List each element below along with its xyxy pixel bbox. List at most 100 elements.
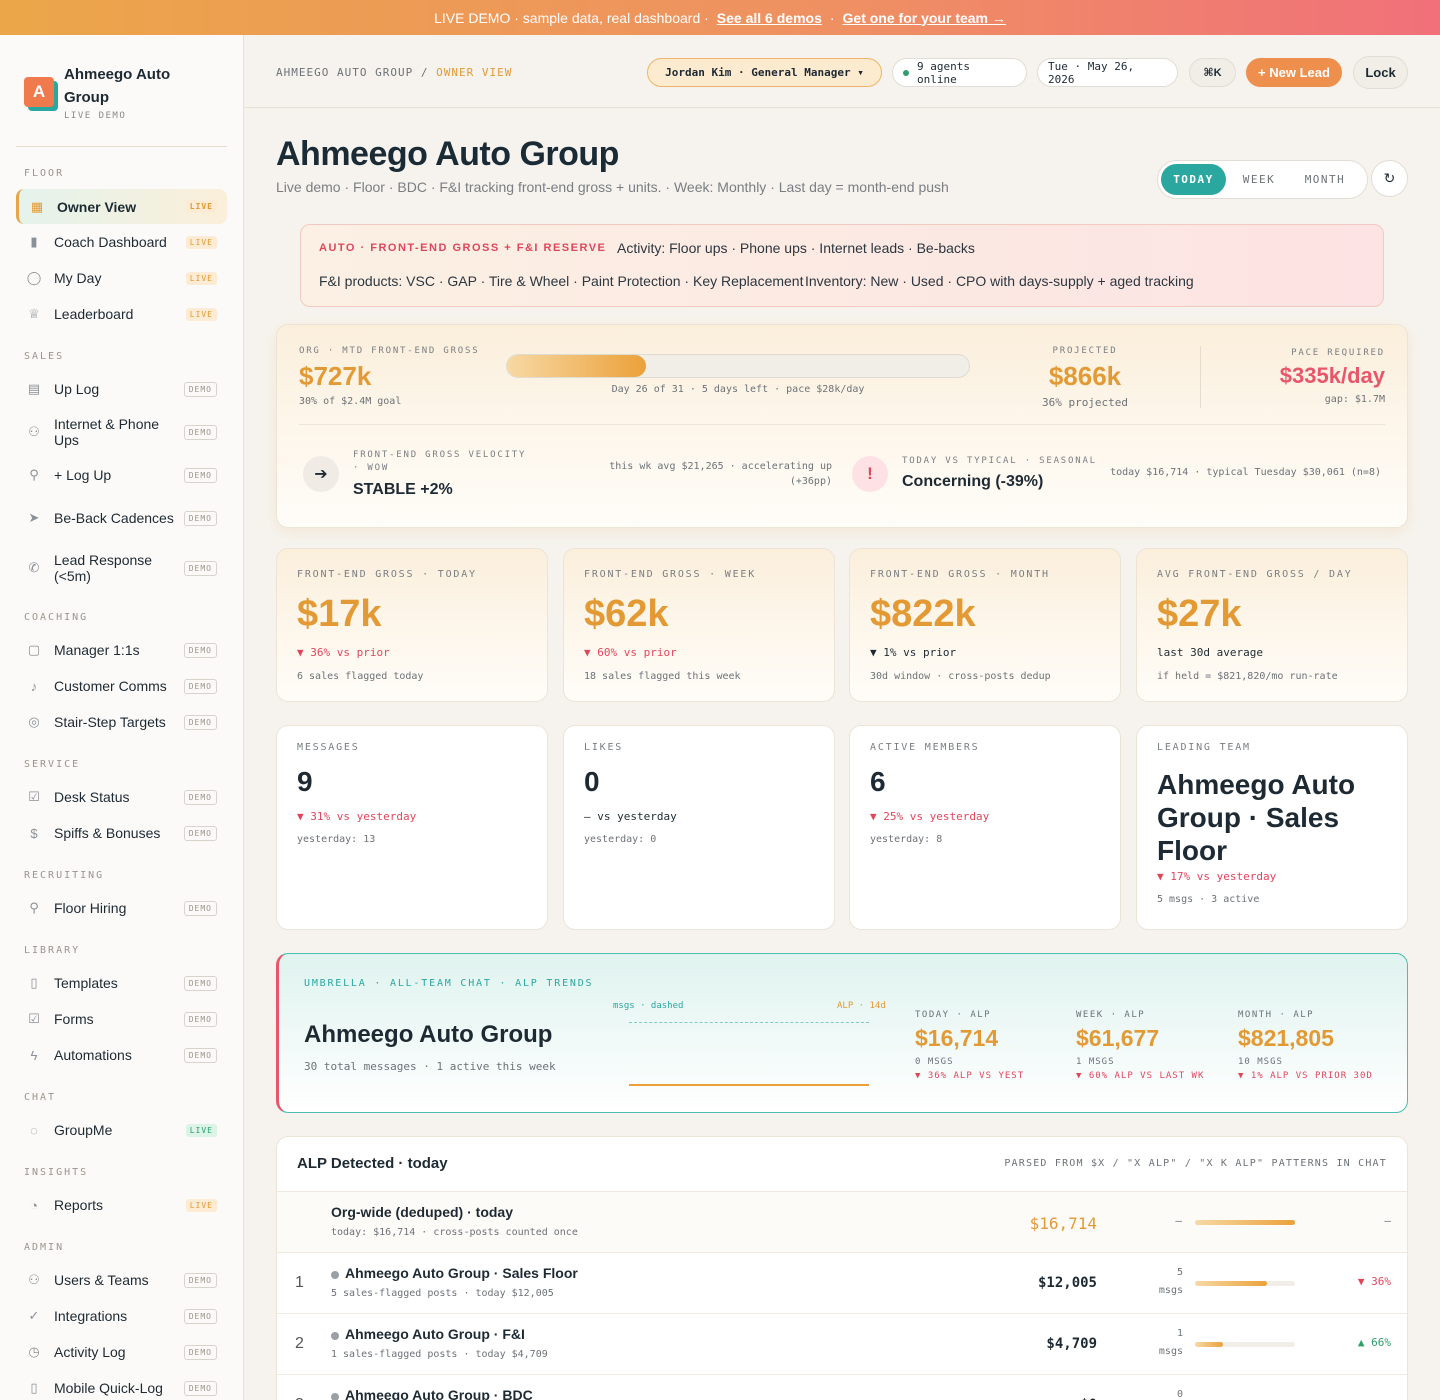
sidebar-item-internet-phone-ups[interactable]: ⚇ Internet & Phone Ups DEMO [16,409,227,455]
nav-label: Manager 1:1s [54,642,140,658]
mic-icon: ♪ [30,678,38,694]
sidebar-item-mobile-quick-log[interactable]: ▯ Mobile Quick-Log DEMO [16,1371,227,1400]
kpi-card: AVG FRONT-END GROSS / DAY $27k last 30d … [1136,548,1408,702]
kpi-delta: ▼ 60% vs prior [584,646,677,659]
phone-icon: ✆ [28,560,40,575]
row-value: $12,005 [1037,1275,1097,1291]
demo-badge: DEMO [183,1308,217,1324]
main-content: AHMEEGO AUTO GROUP / OWNER VIEW Jordan K… [244,35,1440,1400]
sidebar-item-log-up[interactable]: ⚲ + Log Up DEMO [16,458,227,492]
pace-label: PACE REQUIRED [1291,348,1385,358]
stat-value: 6 [870,766,886,797]
arrow-right-icon: ➔ [303,456,339,492]
demo-badge: DEMO [183,467,217,483]
sidebar-item-customer-comms[interactable]: ♪ Customer Comms DEMO [16,669,227,703]
nav-label: Be-Back Cadences [54,510,174,526]
see-all-demos-link[interactable]: See all 6 demos [717,10,822,26]
nav-label: Integrations [54,1308,128,1324]
team-dot-icon [331,1271,339,1279]
sidebar-item-spiffs-bonuses[interactable]: $ Spiffs & Bonuses DEMO [16,816,227,850]
velocity-label: FRONT-END GROSS VELOCITY · WOW [353,450,527,473]
alert-icon: ! [852,456,888,492]
sidebar-item-users-teams[interactable]: ⚇ Users & Teams DEMO [16,1263,227,1297]
stat-value: 9 [297,766,313,797]
fi-products-text: F&I products: VSC · GAP · Tire & Wheel ·… [319,273,804,289]
nav-label: Users & Teams [54,1272,149,1288]
demo-badge: DEMO [183,642,217,658]
sidebar-item-groupme[interactable]: ◌ GroupMe LIVE [16,1113,227,1147]
send-icon: ➤ [28,510,40,525]
sidebar-item-reports[interactable]: ◔ Reports LIVE [16,1188,227,1222]
sidebar-item-automations[interactable]: ϟ Automations DEMO [16,1038,227,1072]
sidebar-item-my-day[interactable]: ◯ My Day LIVE [16,261,227,295]
breadcrumb-sep: / [420,66,429,79]
alp-title: ALP Detected · today [297,1155,448,1172]
sidebar-item-integrations[interactable]: ✓ Integrations DEMO [16,1299,227,1333]
sidebar-item-forms[interactable]: ☑ Forms DEMO [16,1002,227,1036]
demo-badge: DEMO [183,1344,217,1360]
row-msgs-count: 1 [1176,1328,1183,1339]
kpi-note: 6 sales flagged today [297,671,424,682]
sidebar-item-be-back-cadences[interactable]: ➤ Be-Back Cadences DEMO [16,495,227,541]
sidebar-item-floor-hiring[interactable]: ⚲ Floor Hiring DEMO [16,891,227,925]
tab-week[interactable]: WEEK [1226,164,1292,195]
demo-badge: DEMO [183,424,217,440]
command-palette-button[interactable]: ⌘K [1189,58,1236,87]
tab-today[interactable]: TODAY [1161,164,1226,195]
nav-label: Spiffs & Bonuses [54,825,161,841]
industry-tag: AUTO · FRONT-END GROSS + F&I RESERVE [319,242,607,254]
alp-col-delta: ▼ 36% ALP VS YEST [915,1071,1025,1081]
users-icon: ⚇ [28,1272,40,1287]
typical-value: Concerning (-39%) [902,473,1044,490]
umbrella-label: UMBRELLA · ALL-TEAM CHAT · ALP TRENDS [304,978,594,989]
industry-info-box: AUTO · FRONT-END GROSS + F&I RESERVE Act… [300,224,1384,307]
get-one-link[interactable]: Get one for your team → [843,10,1006,26]
demo-badge: DEMO [183,1380,217,1396]
lightning-icon: ϟ [30,1047,38,1063]
sidebar-item-activity-log[interactable]: ◷ Activity Log DEMO [16,1335,227,1369]
row-name: Org-wide (deduped) · today [331,1204,513,1220]
nav-label: My Day [54,270,102,286]
table-row[interactable]: 3 Ahmeego Auto Group · BDC $0 0 msgs [277,1374,1407,1400]
nav-label: Mobile Quick-Log [54,1380,163,1396]
demo-badge: DEMO [183,1047,217,1063]
row-sub: 5 sales-flagged posts · today $12,005 [331,1288,554,1299]
kpi-label: FRONT-END GROSS · TODAY [297,569,477,580]
file-icon: ▯ [30,975,38,990]
alp-col-delta: ▼ 60% ALP VS LAST WK [1076,1071,1205,1081]
breadcrumb-org[interactable]: AHMEEGO AUTO GROUP [276,66,413,79]
new-lead-button[interactable]: + New Lead [1246,58,1342,87]
brand[interactable]: A Ahmeego Auto Group LIVE DEMO [24,63,194,121]
tab-month[interactable]: MONTH [1292,164,1358,195]
sidebar: A Ahmeego Auto Group LIVE DEMO FLOOR ▦ Ow… [0,35,244,1400]
sidebar-item-up-log[interactable]: ▤ Up Log DEMO [16,372,227,406]
lock-button[interactable]: Lock [1353,56,1408,89]
sidebar-item-desk-status[interactable]: ☑ Desk Status DEMO [16,780,227,814]
table-row[interactable]: 1 Ahmeego Auto Group · Sales Floor 5 sal… [277,1252,1407,1314]
kpi-value: $822k [870,593,976,635]
umbrella-title: Ahmeego Auto Group [304,1021,553,1048]
sidebar-item-templates[interactable]: ▯ Templates DEMO [16,966,227,1000]
users-icon: ⚇ [28,424,40,439]
table-row[interactable]: 2 Ahmeego Auto Group · F&I 1 sales-flagg… [277,1313,1407,1375]
row-sub: today: $16,714 · cross-posts counted onc… [331,1227,578,1238]
sidebar-item-stair-step-targets[interactable]: ◎ Stair-Step Targets DEMO [16,705,227,739]
velocity-value: STABLE +2% [353,481,453,498]
sidebar-item-lead-response[interactable]: ✆ Lead Response (<5m) DEMO [16,545,227,591]
sidebar-item-manager-1-1s[interactable]: ▢ Manager 1:1s DEMO [16,633,227,667]
alp-trend-line [629,1084,869,1086]
goal-card: ORG · MTD FRONT-END GROSS $727k 30% of $… [276,324,1408,528]
stat-delta: ▼ 25% vs yesterday [870,810,990,823]
alp-col-value: $16,714 [915,1025,999,1051]
user-switcher[interactable]: Jordan Kim · General Manager ▾ [647,58,882,87]
agents-online: 9 agents online [916,59,970,86]
sidebar-item-leaderboard[interactable]: ♕ Leaderboard LIVE [16,297,227,331]
row-msgs-count: 0 [1176,1389,1183,1400]
sidebar-item-owner-view[interactable]: ▦ Owner View LIVE [16,189,227,224]
table-row-org[interactable]: Org-wide (deduped) · today today: $16,71… [277,1191,1407,1253]
refresh-icon[interactable]: ↻ [1371,160,1408,197]
legend-alp: ALP · 14d [837,1001,886,1011]
nav-label: Activity Log [54,1344,126,1360]
sidebar-item-coach-dashboard[interactable]: ▮ Coach Dashboard LIVE [16,225,227,259]
kpi-card: FRONT-END GROSS · MONTH $822k ▼ 1% vs pr… [849,548,1121,702]
